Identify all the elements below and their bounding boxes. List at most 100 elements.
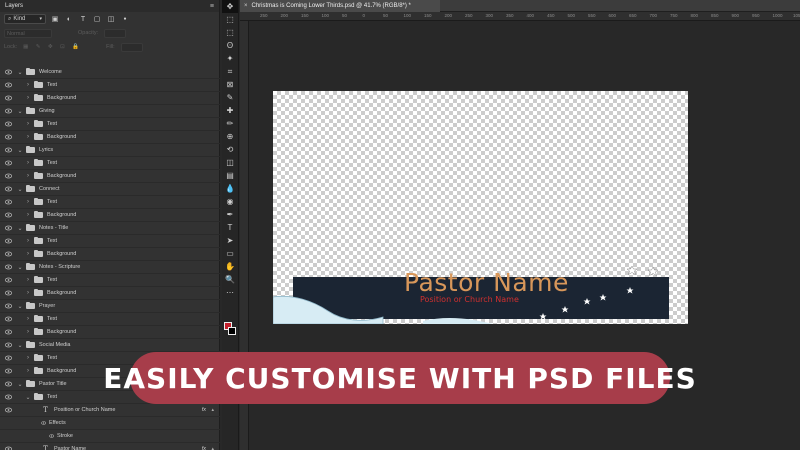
chevron-right-icon[interactable]: › [25,121,31,127]
visibility-eye-icon[interactable] [5,225,12,231]
visibility-eye-icon[interactable] [5,290,12,296]
layer-row[interactable]: › Background [0,170,220,183]
chevron-down-icon[interactable]: ⌄ [17,381,23,388]
dodge-tool-icon[interactable]: ◉ [222,195,238,208]
layer-row[interactable]: ⌄ Welcome [0,66,220,79]
visibility-eye-icon[interactable] [5,394,12,400]
visibility-eye-icon[interactable] [5,407,12,413]
chevron-right-icon[interactable]: › [25,290,31,296]
healing-tool-icon[interactable]: ✚ [222,104,238,117]
chevron-right-icon[interactable]: › [25,355,31,361]
layer-row[interactable]: › Background [0,326,220,339]
chevron-right-icon[interactable]: › [25,368,31,374]
layer-row[interactable]: ⌄ Notes - Scripture [0,261,220,274]
visibility-eye-icon[interactable] [5,238,12,244]
pastor-name-text[interactable]: Pastor Name [404,268,569,297]
visibility-eye-icon[interactable] [5,160,12,166]
visibility-eye-icon[interactable] [5,121,12,127]
pixel-filter-icon[interactable]: ▣ [50,14,60,24]
visibility-eye-icon[interactable] [5,381,12,387]
visibility-eye-icon[interactable] [5,69,12,75]
layer-row[interactable]: ⌄ Connect [0,183,220,196]
magic-wand-tool-icon[interactable]: ✦ [222,52,238,65]
layer-row[interactable]: ⌄ Giving [0,105,220,118]
chevron-down-icon[interactable]: ⌄ [17,264,23,271]
visibility-eye-icon[interactable] [5,212,12,218]
chevron-right-icon[interactable]: › [25,199,31,205]
more-tools-icon[interactable]: ⋯ [222,286,238,299]
chevron-down-icon[interactable]: ⌄ [17,186,23,193]
close-tab-icon[interactable]: × [244,3,248,9]
effect-visibility-eye-icon[interactable] [41,421,46,425]
layer-row[interactable]: ⌄ Social Media [0,339,220,352]
visibility-eye-icon[interactable] [5,355,12,361]
document-tab[interactable]: × Christmas is Coming Lower Thirds.psd @… [240,0,440,12]
layer-row[interactable]: › Background [0,248,220,261]
shape-filter-icon[interactable]: ▢ [92,14,102,24]
visibility-eye-icon[interactable] [5,82,12,88]
layer-row[interactable]: T Position or Church Name fx ▴ [0,404,220,417]
visibility-eye-icon[interactable] [5,186,12,192]
lasso-tool-icon[interactable]: ʘ [222,39,238,52]
layer-row[interactable]: › Text [0,79,220,92]
chevron-down-icon[interactable]: ⌄ [17,147,23,154]
chevron-down-icon[interactable]: ⌄ [25,394,31,401]
type-filter-icon[interactable]: T [78,14,88,24]
layer-row[interactable]: Effects [0,417,220,430]
layer-row[interactable]: Stroke [0,430,220,443]
chevron-right-icon[interactable]: › [25,82,31,88]
adjustment-filter-icon[interactable]: ◐ [64,14,74,24]
visibility-eye-icon[interactable] [5,264,12,270]
layer-row[interactable]: T Pastor Name fx ▴ [0,443,220,450]
layer-row[interactable]: › Text [0,313,220,326]
blur-tool-icon[interactable]: 💧 [222,182,238,195]
chevron-right-icon[interactable]: › [25,238,31,244]
layer-effects-fx-icon[interactable]: fx [202,407,206,413]
layer-effects-fx-icon[interactable]: fx [202,446,206,450]
lock-icons[interactable]: ▦ ✎ ✥ ⊡ 🔒 [23,44,82,50]
effects-expand-icon[interactable]: ▴ [211,446,214,450]
history-brush-tool-icon[interactable]: ⟲ [222,143,238,156]
chevron-right-icon[interactable]: › [25,173,31,179]
brush-tool-icon[interactable]: ✏ [222,117,238,130]
background-color-swatch[interactable] [228,327,236,335]
chevron-down-icon[interactable]: ⌄ [17,342,23,349]
kind-filter-select[interactable]: ⌕ Kind ▾ [4,14,46,24]
pen-tool-icon[interactable]: ✒ [222,208,238,221]
gradient-tool-icon[interactable]: ▤ [222,169,238,182]
layers-panel-title[interactable]: Layers [5,3,23,9]
smart-object-filter-icon[interactable]: ◫ [106,14,116,24]
chevron-down-icon[interactable]: ⌄ [17,69,23,76]
panel-menu-icon[interactable]: ≡ [210,3,214,10]
eraser-tool-icon[interactable]: ◫ [222,156,238,169]
visibility-eye-icon[interactable] [5,108,12,114]
visibility-eye-icon[interactable] [5,173,12,179]
effects-expand-icon[interactable]: ▴ [211,407,214,413]
visibility-eye-icon[interactable] [5,303,12,309]
layer-row[interactable]: › Background [0,287,220,300]
layer-row[interactable]: ⌄ Lyrics [0,144,220,157]
layer-row[interactable]: › Background [0,209,220,222]
eyedropper-tool-icon[interactable]: ✎ [222,91,238,104]
layer-row[interactable]: ⌄ Notes - Title [0,222,220,235]
layer-row[interactable]: › Background [0,131,220,144]
layer-row[interactable]: › Text [0,118,220,131]
visibility-eye-icon[interactable] [5,251,12,257]
rectangle-tool-icon[interactable]: ▭ [222,247,238,260]
layer-row[interactable]: ⌄ Prayer [0,300,220,313]
clone-stamp-tool-icon[interactable]: ⊕ [222,130,238,143]
move-tool-icon[interactable]: ✥ [222,0,238,13]
chevron-down-icon[interactable]: ⌄ [17,225,23,232]
zoom-tool-icon[interactable]: 🔍 [222,273,238,286]
chevron-down-icon[interactable]: ⌄ [17,108,23,115]
position-church-name-text[interactable]: Position or Church Name [420,295,519,304]
layer-row[interactable]: › Text [0,235,220,248]
visibility-eye-icon[interactable] [5,329,12,335]
crop-tool-icon[interactable]: ⌗ [222,65,238,78]
visibility-eye-icon[interactable] [5,342,12,348]
chevron-right-icon[interactable]: › [25,160,31,166]
chevron-right-icon[interactable]: › [25,251,31,257]
visibility-eye-icon[interactable] [5,277,12,283]
hand-tool-icon[interactable]: ✋ [222,260,238,273]
visibility-eye-icon[interactable] [5,134,12,140]
